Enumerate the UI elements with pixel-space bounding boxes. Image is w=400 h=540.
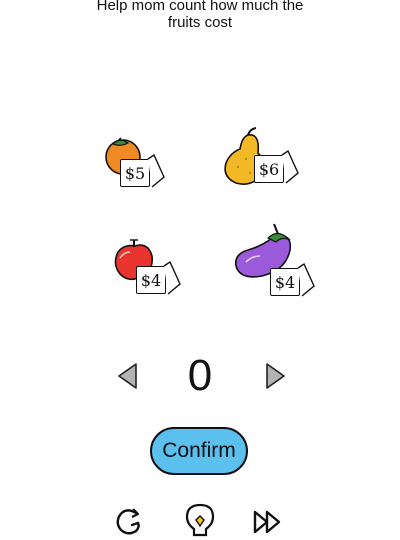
fruit-orange: $5 <box>100 135 220 225</box>
fast-forward-icon <box>253 510 281 534</box>
price-tag-orange: $5 <box>120 159 150 187</box>
decrement-button[interactable] <box>116 362 140 390</box>
tag-fold <box>147 153 165 188</box>
restart-button[interactable] <box>112 505 146 539</box>
confirm-button[interactable]: Confirm <box>150 427 248 475</box>
triangle-left-icon <box>118 363 137 389</box>
tag-fold <box>297 262 315 297</box>
fruit-eggplant: $4 <box>232 220 352 310</box>
fruit-apple: $4 <box>110 238 230 328</box>
lightbulb-icon <box>185 503 215 537</box>
restart-icon <box>116 508 140 535</box>
skip-button[interactable] <box>252 508 286 538</box>
price-tag-pear: $6 <box>254 155 284 183</box>
price-counter: 0 <box>0 348 400 404</box>
tag-fold <box>281 149 299 184</box>
tag-fold <box>163 260 181 295</box>
price-tag-apple: $4 <box>136 266 166 294</box>
hint-button[interactable] <box>182 502 218 538</box>
instruction-text: Help mom count how much the fruits cost <box>96 0 304 31</box>
counter-value: 0 <box>187 351 213 400</box>
price-tag-eggplant: $4 <box>270 268 300 296</box>
triangle-right-icon <box>266 363 285 389</box>
fruit-pear: $6 <box>220 125 340 215</box>
increment-button[interactable] <box>263 362 287 390</box>
